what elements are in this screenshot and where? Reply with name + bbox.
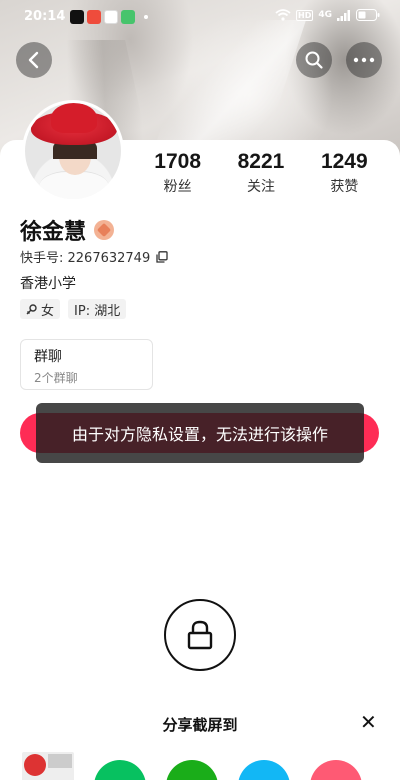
network-type-label: 4G	[318, 10, 332, 20]
stat-label: 关注	[246, 179, 275, 195]
stat-likes[interactable]: 1249 获赞	[321, 150, 368, 196]
user-id-row: 快手号: 2267632749	[20, 247, 168, 266]
lock-icon	[187, 620, 213, 650]
level-badge-icon[interactable]	[94, 220, 115, 240]
avatar-photo	[25, 103, 121, 199]
group-chat-title: 群聊	[34, 349, 62, 365]
status-bar: 20:14 HD 4G	[0, 0, 400, 34]
ip-location-tag: IP: 湖北	[68, 299, 127, 319]
gender-tag: 女	[20, 299, 61, 319]
battery-icon	[356, 9, 380, 21]
stat-value: 1708	[154, 150, 202, 173]
more-notifications-dot	[144, 15, 148, 19]
name-row: 徐金慧	[20, 214, 115, 246]
profile-stats: 1708 粉丝 8221 关注 1249 获赞	[136, 150, 386, 196]
wifi-icon	[275, 9, 291, 21]
group-chat-count: 2个群聊	[34, 371, 78, 385]
stat-label: 获赞	[330, 179, 359, 195]
ip-location-label: IP: 湖北	[74, 303, 121, 319]
heart-app-icon	[104, 10, 118, 24]
female-icon	[26, 304, 37, 315]
screenshot-thumbnail[interactable]	[22, 752, 74, 780]
privacy-toast: 由于对方隐私设置，无法进行该操作	[36, 403, 364, 463]
stat-label: 粉丝	[163, 179, 192, 195]
private-account-lock	[164, 599, 236, 671]
tiktok-app-icon	[70, 10, 84, 24]
stat-value: 1249	[320, 150, 368, 173]
copy-icon[interactable]	[156, 250, 168, 263]
user-id-text: 快手号: 2267632749	[20, 251, 151, 266]
share-sheet-title: 分享截屏到	[162, 716, 238, 734]
notification-icons	[70, 10, 148, 24]
search-icon	[305, 51, 323, 69]
back-button[interactable]	[16, 42, 52, 78]
search-button[interactable]	[296, 42, 332, 78]
more-dots-icon	[353, 57, 375, 63]
toast-message: 由于对方隐私设置，无法进行该操作	[71, 425, 328, 444]
system-icons: HD 4G	[275, 9, 380, 21]
group-chat-card[interactable]: 群聊 2个群聊	[20, 339, 153, 390]
hd-icon: HD	[296, 9, 314, 21]
profile-bio: 香港小学	[20, 276, 76, 292]
status-time: 20:14	[24, 9, 66, 24]
profile-name: 徐金慧	[20, 220, 87, 245]
stat-value: 8221	[237, 150, 285, 173]
chevron-left-icon	[28, 51, 39, 69]
close-icon[interactable]: ✕	[360, 712, 378, 732]
gender-label: 女	[41, 303, 55, 319]
stat-followers[interactable]: 1708 粉丝	[154, 150, 201, 196]
signal-strength-icon	[337, 9, 350, 21]
messaging-app-icon	[121, 10, 135, 24]
avatar[interactable]	[22, 100, 124, 202]
video-app-icon	[87, 10, 101, 24]
profile-tags: 女 IP: 湖北	[20, 299, 127, 319]
stat-following[interactable]: 8221 关注	[238, 150, 285, 196]
more-options-button[interactable]	[346, 42, 382, 78]
